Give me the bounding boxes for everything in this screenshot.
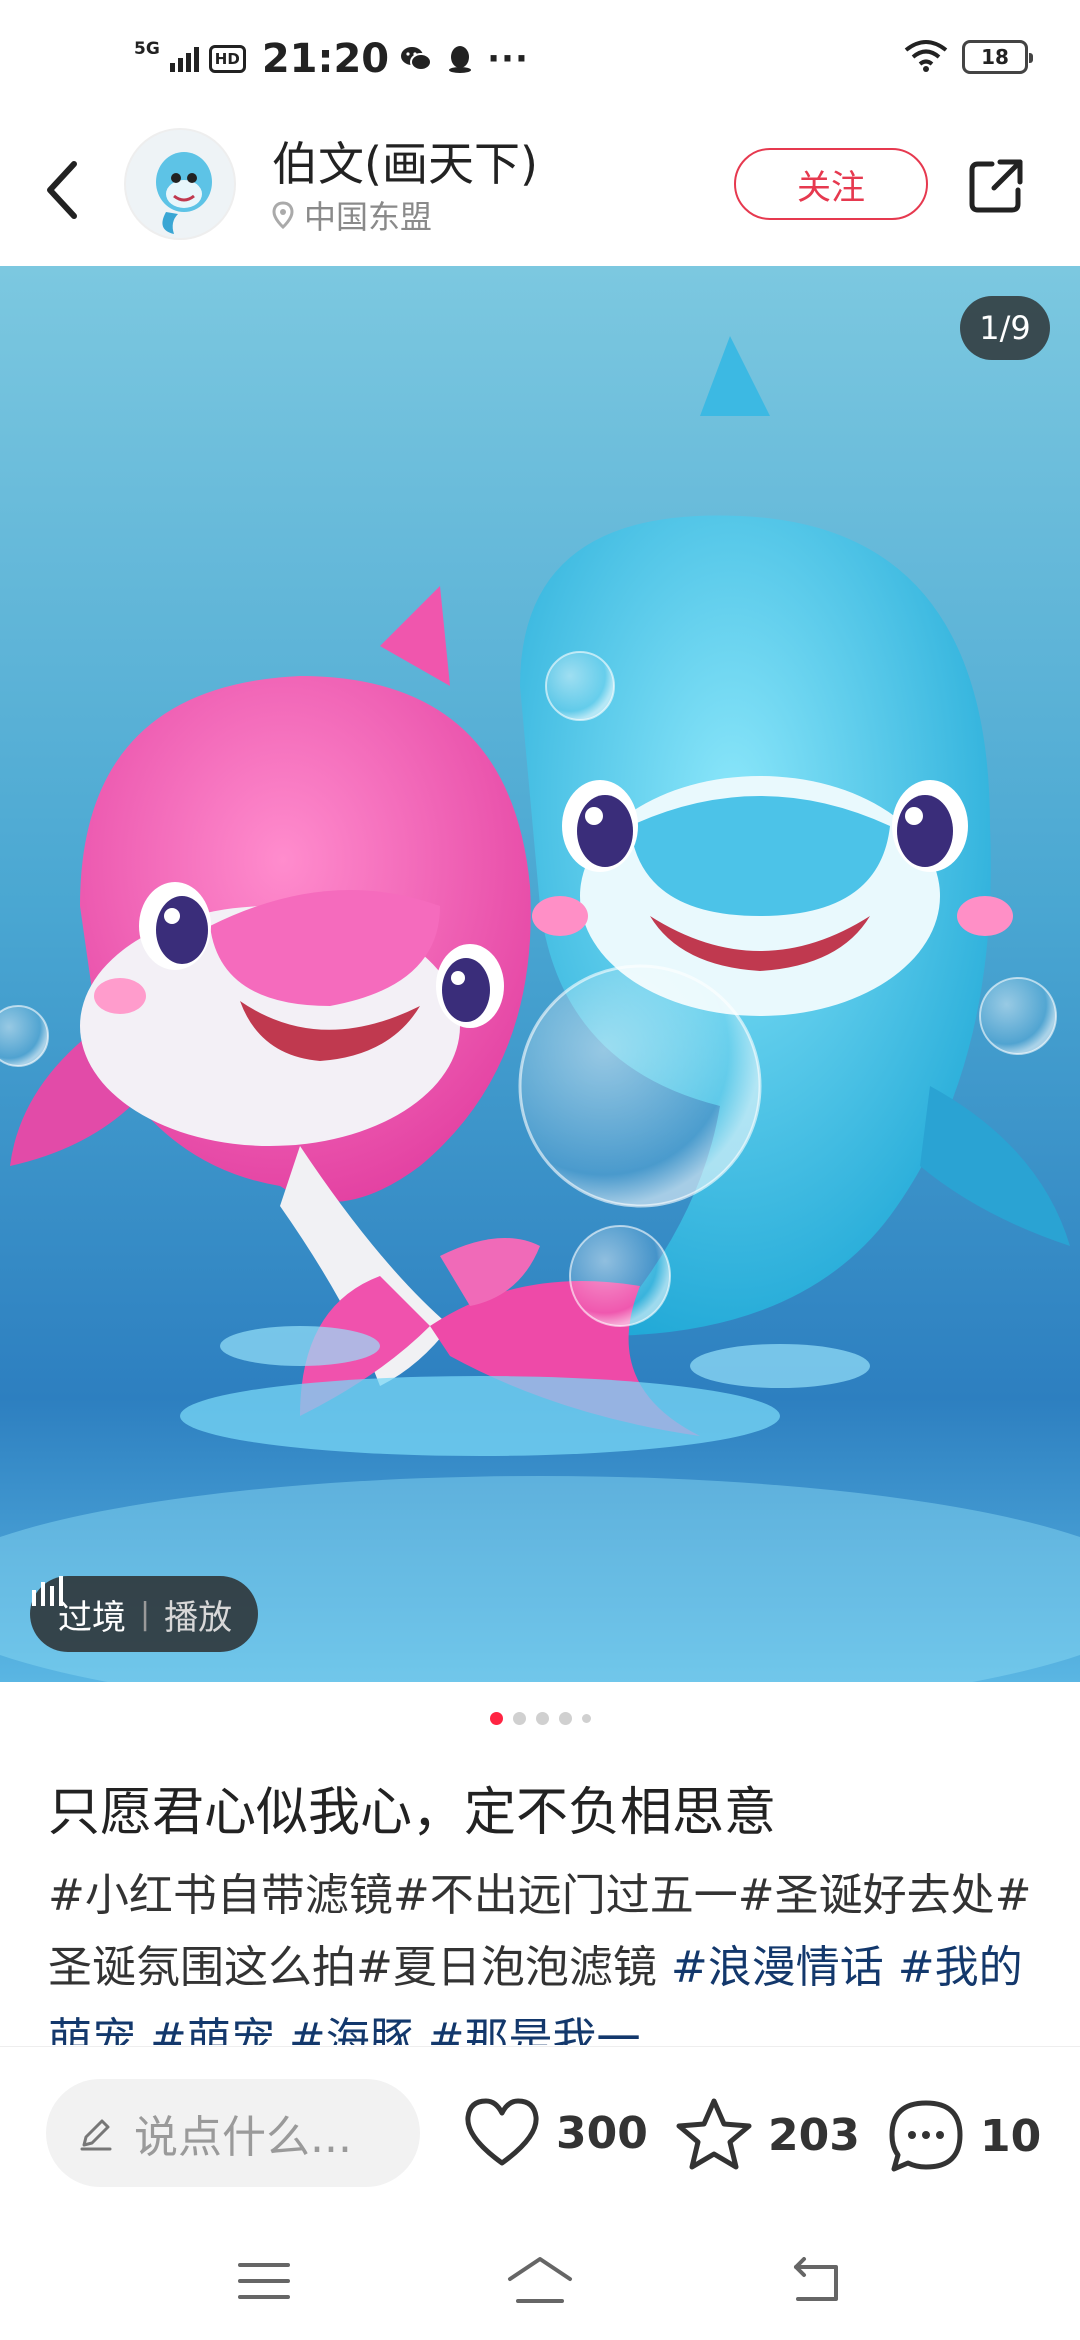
status-bar: 5G HD 21:20 ··· 18: [0, 0, 1080, 120]
chat-bubble-icon: [889, 2100, 963, 2172]
back-nav-button[interactable]: [788, 2257, 844, 2309]
image-page-counter: 1/9: [960, 296, 1050, 360]
location-text: 中国东盟: [304, 198, 433, 236]
comment-button[interactable]: 10: [886, 2097, 1041, 2175]
author-location: 中国东盟: [272, 192, 432, 238]
share-button[interactable]: [960, 150, 1032, 222]
menu-icon: [238, 2263, 290, 2299]
post-description: #小红书自带滤镜#不出远门过五一#圣诞好去处#圣诞氛围这么拍#夏日泡泡滤镜 #浪…: [48, 1860, 1038, 2045]
return-icon: [794, 2257, 838, 2301]
bgm-chip[interactable]: 过境 | 播放: [30, 1576, 259, 1652]
menu-button[interactable]: [236, 2259, 292, 2307]
status-left: 5G HD 21:20 ···: [134, 34, 529, 84]
system-nav-bar: [0, 2226, 1080, 2340]
collect-button[interactable]: 203: [674, 2097, 860, 2173]
pagination-dot: [558, 1712, 572, 1725]
wechat-icon: [399, 42, 433, 76]
pagination-dot: [512, 1712, 526, 1725]
author-name[interactable]: 伯文(画天下): [272, 128, 538, 194]
follow-button[interactable]: 关注: [734, 148, 928, 220]
post-title: 只愿君心似我心，定不负相思意: [48, 1783, 777, 1843]
bgm-name: 过境: [58, 1597, 126, 1638]
status-right: 18: [904, 38, 1033, 76]
home-button[interactable]: [504, 2255, 576, 2311]
pagination-dot-active: [489, 1712, 503, 1725]
bgm-play-button[interactable]: 播放: [164, 1590, 232, 1639]
comment-placeholder: 说点什么...: [134, 2112, 352, 2163]
comment-count: 10: [980, 2110, 1042, 2162]
signal-icon: [169, 46, 199, 72]
clock: 21:20: [261, 36, 390, 82]
back-button[interactable]: [34, 150, 90, 230]
chevron-left-icon: [47, 161, 77, 219]
star-icon: [676, 2098, 752, 2170]
note-header: 伯文(画天下) 中国东盟 关注: [0, 120, 1080, 266]
music-bars-icon: [32, 1576, 63, 1606]
hd-badge: HD: [208, 45, 246, 73]
comment-input[interactable]: 说点什么...: [46, 2079, 420, 2187]
pencil-icon: [80, 2119, 112, 2151]
battery-level: 18: [981, 45, 1009, 69]
engagement-bar: 说点什么... 300 203 10: [0, 2046, 1080, 2226]
pagination-dot: [535, 1712, 549, 1725]
location-pin-icon: [272, 201, 294, 229]
pagination-dot: [581, 1714, 591, 1723]
bgm-separator: |: [140, 1596, 151, 1632]
author-avatar[interactable]: [124, 128, 236, 240]
qq-icon: [443, 42, 477, 76]
dolphin-illustration: [0, 336, 1080, 1682]
home-icon: [508, 2257, 572, 2303]
like-button[interactable]: 300: [462, 2097, 648, 2169]
battery-icon: 18: [962, 40, 1033, 74]
heart-icon: [465, 2098, 539, 2166]
note-image[interactable]: 1/9 过境 | 播放: [0, 266, 1080, 1682]
image-pagination: [0, 1712, 1080, 1725]
network-type: 5G: [134, 39, 160, 59]
share-icon: [969, 159, 1023, 213]
like-count: 300: [556, 2107, 648, 2159]
wifi-icon: [904, 38, 948, 76]
collect-count: 203: [768, 2109, 860, 2161]
more-notifications-icon: ···: [487, 39, 529, 79]
